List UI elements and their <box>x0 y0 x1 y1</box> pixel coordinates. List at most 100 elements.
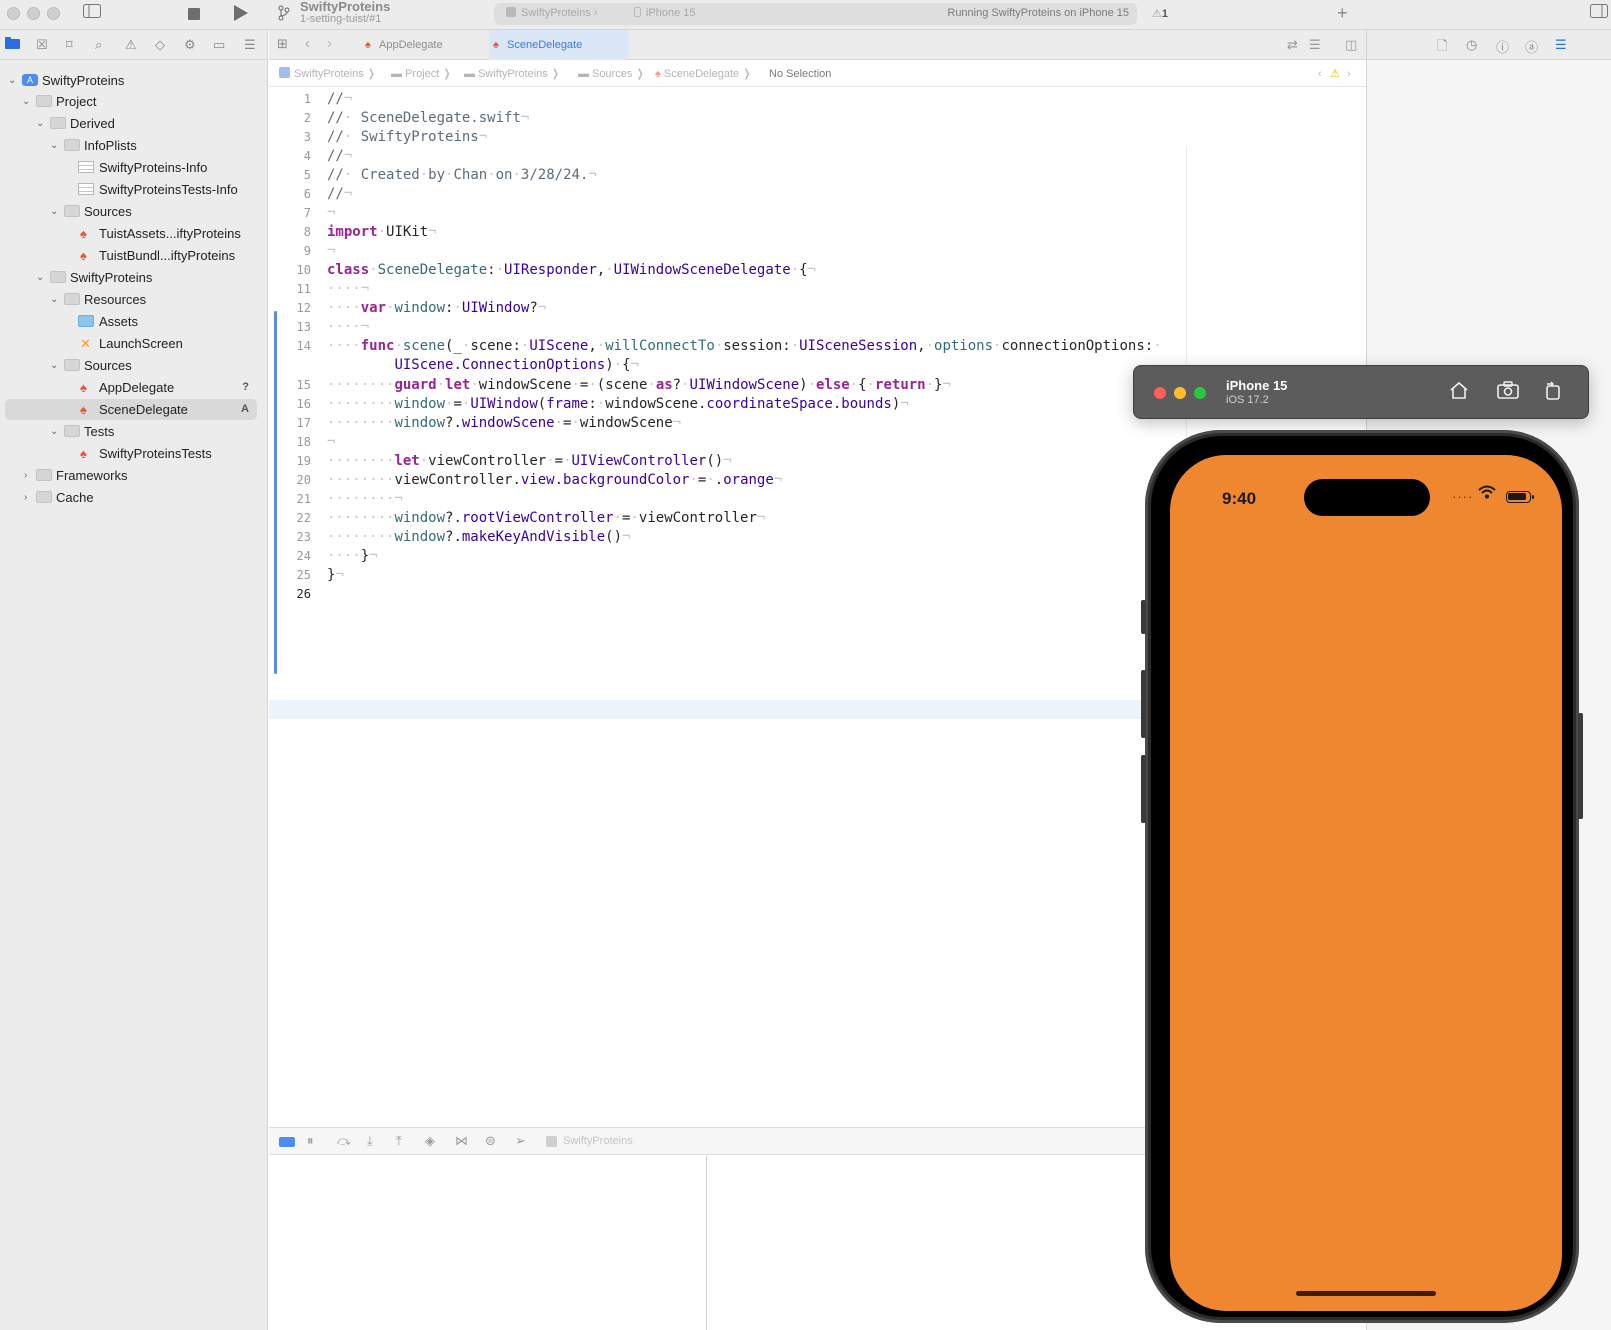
folder-icon[interactable] <box>5 37 20 52</box>
tree-item-selected[interactable]: ♠ SceneDelegate A <box>5 399 257 420</box>
tree-item[interactable]: SwiftyProteinsTests-Info <box>5 179 257 200</box>
breadcrumb[interactable]: ▬ Sources ❭ <box>578 61 645 87</box>
tree-item[interactable]: ♠ TuistBundl...iftyProteins <box>5 245 257 266</box>
simulator-screen[interactable]: 9:40 ···· <box>1170 455 1562 1311</box>
window-minimize-button[interactable] <box>27 7 40 20</box>
tree-item[interactable]: ✕ LaunchScreen <box>5 333 257 354</box>
breadcrumb[interactable]: ♠ SceneDelegate ❭ <box>655 61 751 87</box>
tree-item[interactable]: › Frameworks <box>5 465 257 486</box>
breadcrumb[interactable]: ▬ SwiftyProteins ❭ <box>464 61 560 87</box>
simulator-zoom-button[interactable] <box>1194 387 1206 399</box>
memory-graph-icon[interactable]: ⋈ <box>455 1133 468 1149</box>
chevron-down-icon[interactable]: ⌄ <box>50 421 62 442</box>
tab-appdelegate[interactable]: ♠ AppDelegate <box>361 30 481 60</box>
swap-icon[interactable]: ⇄ <box>1287 37 1298 53</box>
debug-icon[interactable]: ⚙ <box>184 37 196 53</box>
tree-item[interactable]: ⌄ Sources <box>5 355 257 376</box>
chevron-down-icon[interactable]: ⌄ <box>50 135 62 156</box>
step-into-icon[interactable]: ⤓ <box>367 1133 373 1149</box>
file-inspector-icon[interactable]: 🗋 <box>1437 37 1447 59</box>
warning-indicator[interactable]: ⚠1 <box>1152 7 1168 20</box>
pause-icon[interactable]: ⏸ <box>307 1133 314 1149</box>
scheme-selector[interactable]: SwiftyProteins › <box>506 7 597 19</box>
chevron-down-icon[interactable]: ⌄ <box>8 70 20 91</box>
chevron-right-icon[interactable]: › <box>1347 61 1351 87</box>
tree-item[interactable]: ♠ SwiftyProteinsTests <box>5 443 257 464</box>
simulator-close-button[interactable] <box>1154 387 1166 399</box>
split-editor-icon[interactable]: ◫ <box>1345 37 1357 53</box>
volume-down-button[interactable] <box>1141 755 1146 823</box>
bookmark-icon[interactable]: ⌑ <box>66 37 73 53</box>
console-toggle-icon[interactable] <box>279 1135 295 1150</box>
tree-item[interactable]: ⌄ Sources <box>5 201 257 222</box>
volume-up-button[interactable] <box>1141 670 1146 738</box>
tree-item[interactable]: Assets <box>5 311 257 332</box>
chevron-down-icon[interactable]: ⌄ <box>36 267 48 288</box>
tree-item[interactable]: SwiftyProteins-Info <box>5 157 257 178</box>
tree-item[interactable]: ♠ AppDelegate ? <box>5 377 257 398</box>
report-icon[interactable]: ☰ <box>244 37 256 53</box>
quick-help-icon[interactable]: ⓘ <box>1496 37 1509 56</box>
breadcrumb[interactable]: No Selection <box>769 61 831 87</box>
chevron-left-icon[interactable]: ‹ <box>1318 61 1322 87</box>
history-inspector-icon[interactable]: ◷ <box>1466 37 1477 53</box>
issue-icon[interactable]: ⚠ <box>125 37 137 53</box>
attributes-inspector-icon[interactable]: ☰ <box>1555 37 1567 53</box>
tree-item[interactable]: › Cache <box>5 487 257 508</box>
view-hierarchy-icon[interactable]: ◈ <box>425 1133 435 1149</box>
tree-item[interactable]: ⌄ Tests <box>5 421 257 442</box>
chevron-down-icon[interactable]: ⌄ <box>22 91 34 112</box>
step-over-icon[interactable]: ⤼ <box>337 1133 351 1149</box>
simulator-titlebar[interactable]: iPhone 15 iOS 17.2 <box>1133 365 1589 419</box>
breakpoint-icon[interactable]: ▭ <box>213 37 225 53</box>
tree-item[interactable]: ⌄ InfoPlists <box>5 135 257 156</box>
chevron-right-icon[interactable]: › <box>24 465 36 486</box>
action-button[interactable] <box>1141 600 1146 634</box>
search-icon[interactable]: ⌕ <box>95 37 102 53</box>
home-indicator[interactable] <box>1296 1291 1436 1296</box>
chevron-down-icon[interactable]: ⌄ <box>36 113 48 134</box>
rotate-icon[interactable] <box>1544 381 1562 406</box>
branch-name[interactable]: 1-setting-tuist/#1 <box>300 13 381 25</box>
window-zoom-button[interactable] <box>47 7 60 20</box>
device-selector[interactable]: iPhone 15 <box>634 7 696 19</box>
chevron-right-icon[interactable]: › <box>24 487 36 508</box>
console-divider[interactable] <box>706 1156 707 1330</box>
inspector-toggle-icon[interactable] <box>1590 4 1608 24</box>
home-icon[interactable] <box>1449 381 1469 406</box>
simulator-minimize-button[interactable] <box>1174 387 1186 399</box>
tab-scenedelegate[interactable]: ♠ SceneDelegate <box>489 30 629 60</box>
chevron-down-icon[interactable]: ⌄ <box>50 289 62 310</box>
tree-item-label: SwiftyProteins-Info <box>99 160 208 175</box>
sidebar-toggle-icon[interactable] <box>83 4 101 24</box>
editor-options-icon[interactable]: ☰ <box>1309 37 1321 53</box>
grid-icon[interactable]: ⊞ <box>277 36 288 52</box>
power-button[interactable] <box>1578 713 1583 819</box>
breadcrumb[interactable]: SwiftyProteins ❭ <box>279 61 376 87</box>
location-icon[interactable]: ➢ <box>515 1133 526 1149</box>
tree-item[interactable]: ⌄ A SwiftyProteins <box>5 70 257 91</box>
source-control-icon[interactable]: ☒ <box>36 37 48 53</box>
play-icon[interactable] <box>234 5 248 27</box>
tree-item[interactable]: ♠ TuistAssets...iftyProteins <box>5 223 257 244</box>
chevron-down-icon[interactable]: ⌄ <box>50 355 62 376</box>
test-icon[interactable]: ◇ <box>155 37 165 53</box>
back-arrow-icon[interactable]: ‹ <box>305 35 310 52</box>
plus-icon[interactable]: + <box>1337 3 1348 23</box>
project-title[interactable]: SwiftyProteins <box>300 0 390 14</box>
tree-item[interactable]: ⌄ SwiftyProteins <box>5 267 257 288</box>
environment-overrides-icon[interactable]: ⊜ <box>485 1133 496 1149</box>
breadcrumb[interactable]: ▬ Project ❭ <box>391 61 452 87</box>
window-close-button[interactable] <box>7 7 20 20</box>
tree-item[interactable]: ⌄ Resources <box>5 289 257 310</box>
tree-item[interactable]: ⌄ Derived <box>5 113 257 134</box>
stop-icon[interactable] <box>188 6 200 26</box>
tree-item[interactable]: ⌄ Project <box>5 91 257 112</box>
forward-arrow-icon[interactable]: › <box>327 35 332 52</box>
accessibility-icon[interactable]: ⓐ <box>1525 37 1538 56</box>
warning-icon[interactable]: ⚠ <box>1330 61 1340 87</box>
activity-status-bar[interactable]: SwiftyProteins › iPhone 15 Running Swift… <box>494 3 1137 25</box>
step-out-icon[interactable]: ⤒ <box>396 1133 402 1149</box>
chevron-down-icon[interactable]: ⌄ <box>50 201 62 222</box>
screenshot-icon[interactable] <box>1497 381 1519 405</box>
